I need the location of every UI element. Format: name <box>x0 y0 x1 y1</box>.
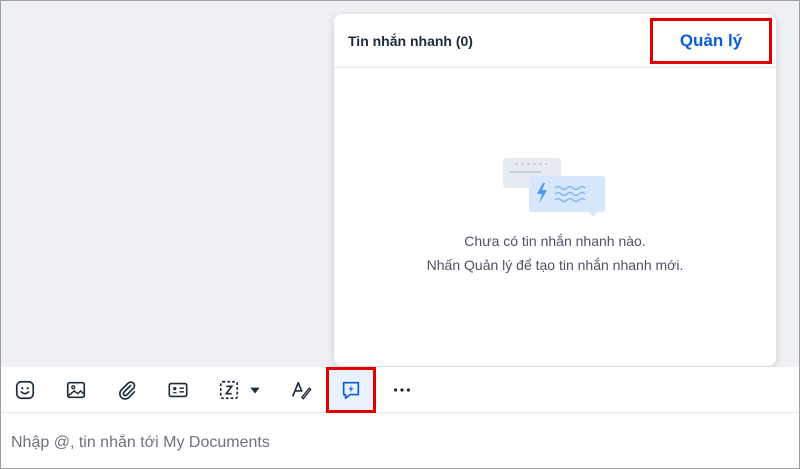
screenshot-button[interactable] <box>214 375 244 405</box>
text-format-button[interactable] <box>286 375 316 405</box>
sticker-icon <box>15 380 35 400</box>
popup-title: Tin nhắn nhanh (0) <box>348 32 473 49</box>
dropdown-caret-icon <box>250 387 260 394</box>
quick-message-icon <box>342 381 360 400</box>
more-button[interactable] <box>387 375 417 405</box>
manage-button[interactable]: Quản lý <box>650 18 772 64</box>
contact-card-button[interactable] <box>163 375 193 405</box>
image-icon <box>66 381 86 399</box>
screenshot-icon <box>219 380 239 400</box>
sticker-button[interactable] <box>10 375 40 405</box>
popup-body: Chưa có tin nhắn nhanh nào. Nhấn Quản lý… <box>334 68 776 364</box>
message-composer <box>1 414 799 468</box>
message-input[interactable] <box>11 428 771 458</box>
more-icon <box>393 388 411 392</box>
empty-message-line-2: Nhấn Quản lý để tạo tin nhắn nhanh mới. <box>426 257 684 273</box>
empty-message-line-1: Chưa có tin nhắn nhanh nào. <box>464 233 646 249</box>
image-button[interactable] <box>61 375 91 405</box>
attachment-button[interactable] <box>112 375 142 405</box>
quick-message-button[interactable] <box>336 375 366 405</box>
screenshot-dropdown[interactable] <box>245 375 265 405</box>
attachment-icon <box>119 381 136 400</box>
text-format-icon <box>291 381 312 400</box>
empty-messages-illustration <box>503 158 605 217</box>
contact-card-icon <box>168 382 188 398</box>
popup-header: Tin nhắn nhanh (0) Quản lý <box>334 14 776 68</box>
quick-message-popup: Tin nhắn nhanh (0) Quản lý Chưa có tin n… <box>334 14 776 366</box>
composer-toolbar <box>1 367 799 413</box>
